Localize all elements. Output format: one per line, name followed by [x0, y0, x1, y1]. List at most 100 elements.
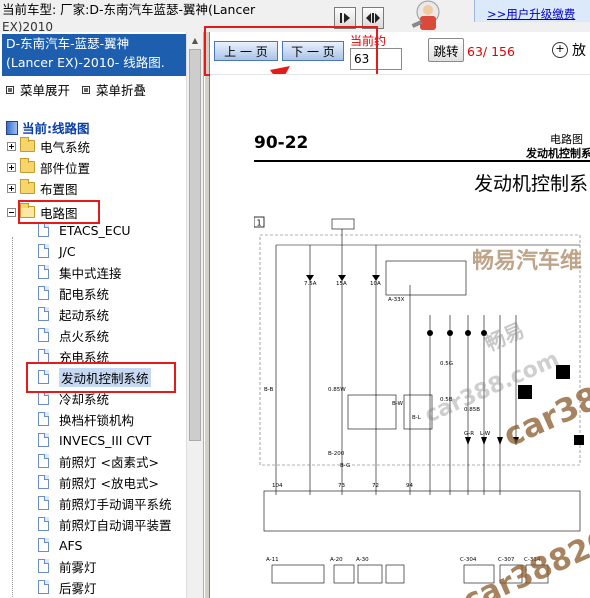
document-icon — [38, 538, 49, 552]
highlight-box-wiring-folder — [18, 200, 100, 224]
vehicle-title-line2: (Lancer EX)-2010- 线路图. — [6, 55, 165, 70]
mechanic-logo-icon — [392, 0, 474, 34]
tree-item-label: 前照灯自动调平装置 — [59, 517, 172, 533]
document-icon — [38, 517, 49, 531]
zoom-in-button[interactable]: + 放 — [552, 40, 586, 60]
tree-folder-label: 电气系统 — [40, 139, 91, 155]
tree-folder-components[interactable]: 部件位置 — [0, 157, 186, 177]
zoom-label: 放 — [572, 43, 586, 59]
expand-all-link[interactable]: 菜单展开 — [6, 80, 70, 99]
tree-item-label: 换档杆锁机构 — [59, 412, 135, 428]
wiring-diagram: 1 7.5A 15A 10A A-33X B-B 0.85W 0.5G 0.5B… — [254, 216, 584, 584]
collapse-all-link[interactable]: 菜单折叠 — [82, 80, 146, 99]
document-viewer[interactable]: 90-22 电路图 发动机控制系 发动机控制系 1 7.5A 15A 10A A… — [210, 74, 590, 598]
tree-item[interactable]: 前雾灯 — [0, 556, 186, 576]
tree-item-label: J/C — [59, 243, 76, 259]
tree-folder-label: 布置图 — [40, 181, 78, 197]
page-counter: 63/ 156 — [467, 44, 515, 59]
tree-item-label: 后雾灯 — [59, 580, 97, 596]
doc-header-rule — [254, 160, 590, 162]
arrows-icon — [366, 13, 380, 23]
tree-item-label: 配电系统 — [59, 286, 110, 302]
tree-item-label: 起动系统 — [59, 307, 110, 323]
document-icon — [38, 265, 49, 279]
expand-plus-icon[interactable] — [7, 141, 16, 151]
diagram-label: 15A — [336, 281, 347, 287]
tree-item-label: 点火系统 — [59, 328, 110, 344]
tree-item[interactable]: AFS — [0, 535, 186, 555]
book-icon — [6, 120, 18, 135]
tree-item-label: ETACS_ECU — [59, 222, 131, 238]
highlight-box-engine-item — [26, 362, 176, 393]
jump-button[interactable]: 跳转 — [428, 38, 464, 62]
step-forward-icon — [340, 13, 350, 23]
tree-item[interactable]: 集中式连接 — [0, 262, 186, 282]
doc-page-number: 90-22 — [254, 133, 309, 153]
document-icon — [38, 286, 49, 300]
tree-item[interactable]: 起动系统 — [0, 304, 186, 324]
document-icon — [38, 559, 49, 573]
upgrade-link-panel[interactable]: >>用户升级缴费 — [474, 0, 590, 22]
car-model-label-cont: EX)2010 — [2, 21, 54, 32]
expand-all-icon — [6, 85, 14, 94]
collapse-minus-icon[interactable] — [7, 207, 16, 217]
vehicle-title-line1: D-东南汽车-蓝瑟-翼神 — [6, 36, 130, 51]
diagram-label: 0.5B — [440, 397, 453, 403]
diagram-label: C-307 — [498, 557, 515, 563]
diagram-label: 0.5G — [440, 361, 453, 367]
tree-item[interactable]: J/C — [0, 241, 186, 261]
tree-item[interactable]: 前照灯 <卤素式> — [0, 451, 186, 471]
tree-folder-layout[interactable]: 布置图 — [0, 178, 186, 198]
upgrade-link[interactable]: >>用户升级缴费 — [487, 6, 575, 22]
tree-item[interactable]: 前照灯手动调平系统 — [0, 493, 186, 513]
diagram-label: 7.5A — [304, 281, 317, 287]
tree-item-label: INVECS_III CVT — [59, 432, 152, 448]
diagram-label: 72 — [372, 483, 379, 489]
diagram-label: A-33X — [388, 297, 405, 303]
folder-icon — [20, 179, 35, 194]
tree-item-label: AFS — [59, 537, 83, 553]
diagram-label: 0.85B — [464, 407, 480, 413]
diagram-label: B-G — [340, 463, 350, 469]
scroll-up-icon[interactable]: ▲ — [187, 32, 203, 48]
document-icon — [38, 475, 49, 489]
expand-plus-icon[interactable] — [7, 183, 16, 193]
diagram-label: C-314 — [524, 557, 541, 563]
document-icon — [38, 307, 49, 321]
current-section-label: 当前:线路图 — [6, 118, 90, 137]
tree-item[interactable]: 前照灯 <放电式> — [0, 472, 186, 492]
diagram-label: 104 — [272, 483, 283, 489]
car-model-label: 当前车型: 厂家:D-东南汽车蓝瑟-翼神(Lancer — [2, 2, 256, 17]
folder-icon — [20, 158, 35, 173]
document-icon — [38, 223, 49, 237]
tree-folder-electrical[interactable]: 电气系统 — [0, 136, 186, 156]
diagram-label: 73 — [338, 483, 345, 489]
diagram-label: 10A — [370, 281, 381, 287]
expand-plus-icon[interactable] — [7, 162, 16, 172]
diagram-label: A-11 — [266, 557, 279, 563]
sidebar-scrollbar[interactable]: ▲ — [186, 32, 203, 598]
doc-header-subsection: 发动机控制系 — [526, 147, 590, 160]
tree-item[interactable]: 配电系统 — [0, 283, 186, 303]
diagram-label: B-L — [412, 415, 422, 421]
document-icon — [38, 433, 49, 447]
collapse-all-label: 菜单折叠 — [96, 83, 147, 98]
tree-item[interactable]: 换档杆锁机构 — [0, 409, 186, 429]
expand-all-label: 菜单展开 — [20, 83, 71, 98]
document-icon — [38, 496, 49, 510]
scrollbar-thumb[interactable] — [189, 49, 201, 441]
document-icon — [38, 454, 49, 468]
collapse-all-icon — [82, 85, 90, 94]
vehicle-title-box: D-东南汽车-蓝瑟-翼神 (Lancer EX)-2010- 线路图. — [2, 34, 194, 76]
tree-item[interactable]: 后雾灯 — [0, 577, 186, 597]
tree-item[interactable]: 前照灯自动调平装置 — [0, 514, 186, 534]
document-icon — [38, 412, 49, 426]
left-navigation-panel: D-东南汽车-蓝瑟-翼神 (Lancer EX)-2010- 线路图. 菜单展开… — [0, 32, 204, 598]
tree-item[interactable]: INVECS_III CVT — [0, 430, 186, 450]
tree-item-label: 前雾灯 — [59, 559, 97, 575]
diagram-label: G-R — [464, 431, 474, 437]
tree-item-label: 集中式连接 — [59, 265, 122, 281]
tree-item[interactable]: 点火系统 — [0, 325, 186, 345]
tree-item-label: 前照灯 <卤素式> — [59, 454, 159, 470]
document-icon — [38, 391, 49, 405]
